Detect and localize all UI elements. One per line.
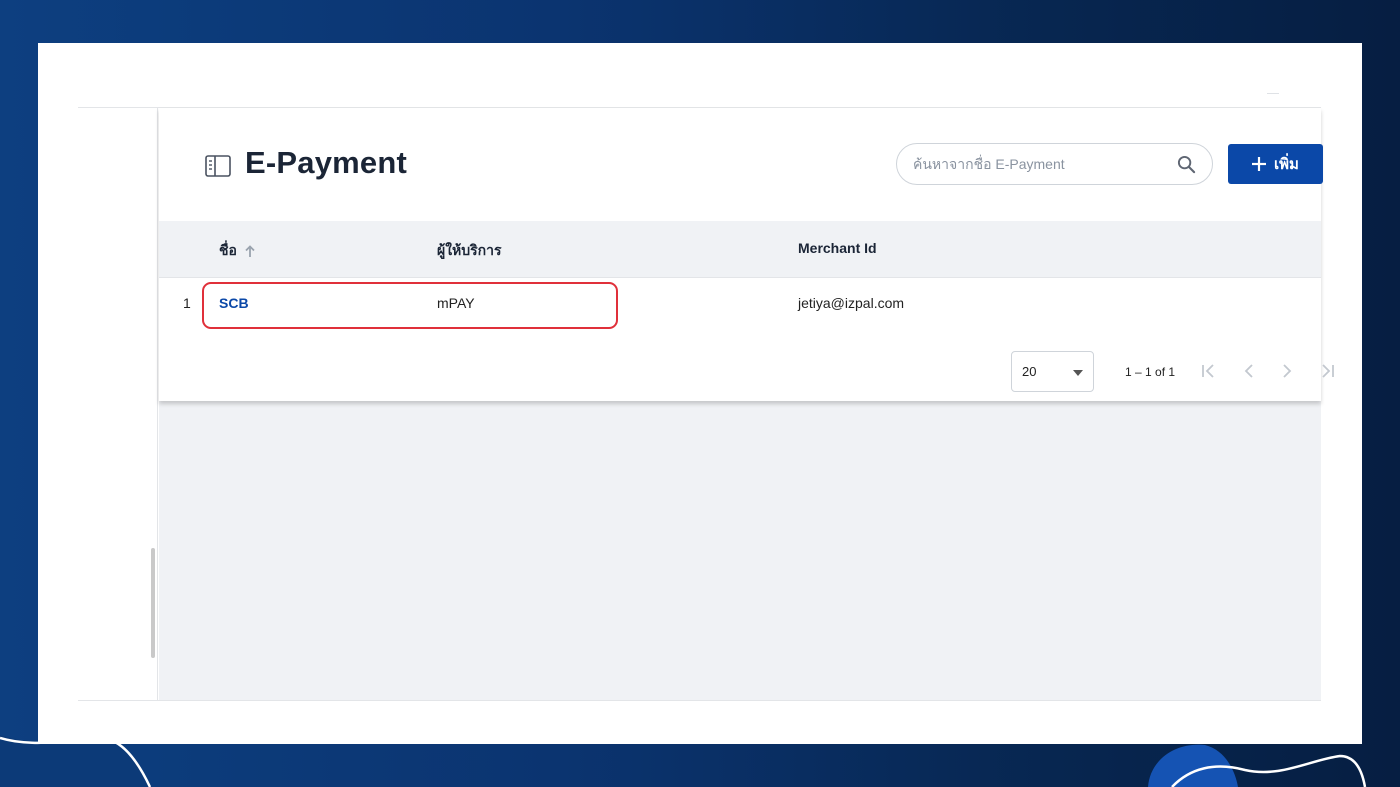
row-index: 1 bbox=[183, 295, 191, 311]
page-size-value: 20 bbox=[1022, 364, 1037, 379]
highlight-annotation bbox=[202, 282, 618, 329]
main-content: E-Payment เพิ่ม bbox=[159, 108, 1334, 700]
row-merchant-id: jetiya@izpal.com bbox=[798, 295, 905, 311]
column-header-name[interactable]: ชื่อ bbox=[219, 240, 255, 262]
page-size-select[interactable]: 20 bbox=[1011, 351, 1094, 392]
table-header: ชื่อ ผู้ให้บริการ Merchant Id bbox=[159, 221, 1321, 278]
corner-mark bbox=[1267, 93, 1279, 94]
bottom-divider bbox=[78, 700, 1321, 701]
add-button[interactable]: เพิ่ม bbox=[1228, 144, 1323, 184]
slide-canvas: E-Payment เพิ่ม bbox=[38, 43, 1362, 744]
e-payment-card: E-Payment เพิ่ม bbox=[159, 108, 1334, 401]
sidebar-rail bbox=[78, 108, 158, 700]
search-input[interactable] bbox=[913, 144, 1163, 184]
page-layout-icon bbox=[205, 155, 231, 177]
next-page-icon bbox=[1283, 364, 1292, 378]
plus-icon bbox=[1252, 157, 1267, 171]
first-page-button[interactable] bbox=[1199, 361, 1219, 381]
sort-arrow-up-icon[interactable] bbox=[245, 245, 255, 257]
caret-down-icon bbox=[1073, 370, 1083, 376]
column-header-provider[interactable]: ผู้ให้บริการ bbox=[437, 240, 502, 262]
next-page-button[interactable] bbox=[1277, 361, 1297, 381]
prev-page-button[interactable] bbox=[1239, 361, 1259, 381]
search-box bbox=[896, 143, 1213, 185]
first-page-icon bbox=[1202, 364, 1214, 378]
card-header: E-Payment เพิ่ม bbox=[159, 108, 1323, 221]
column-label-name: ชื่อ bbox=[219, 242, 237, 258]
last-page-button[interactable] bbox=[1317, 361, 1337, 381]
pagination: 20 1 – 1 of 1 bbox=[159, 334, 1334, 400]
column-header-merchant-id[interactable]: Merchant Id bbox=[798, 240, 877, 256]
add-button-label: เพิ่ม bbox=[1274, 156, 1299, 173]
last-page-icon bbox=[1322, 364, 1334, 378]
search-icon[interactable] bbox=[1177, 155, 1196, 174]
sidebar-scrollbar[interactable] bbox=[151, 548, 155, 658]
pagination-range: 1 – 1 of 1 bbox=[1125, 365, 1176, 379]
page-title: E-Payment bbox=[245, 145, 408, 180]
app-window: E-Payment เพิ่ม bbox=[78, 93, 1334, 701]
prev-page-icon bbox=[1244, 364, 1253, 378]
